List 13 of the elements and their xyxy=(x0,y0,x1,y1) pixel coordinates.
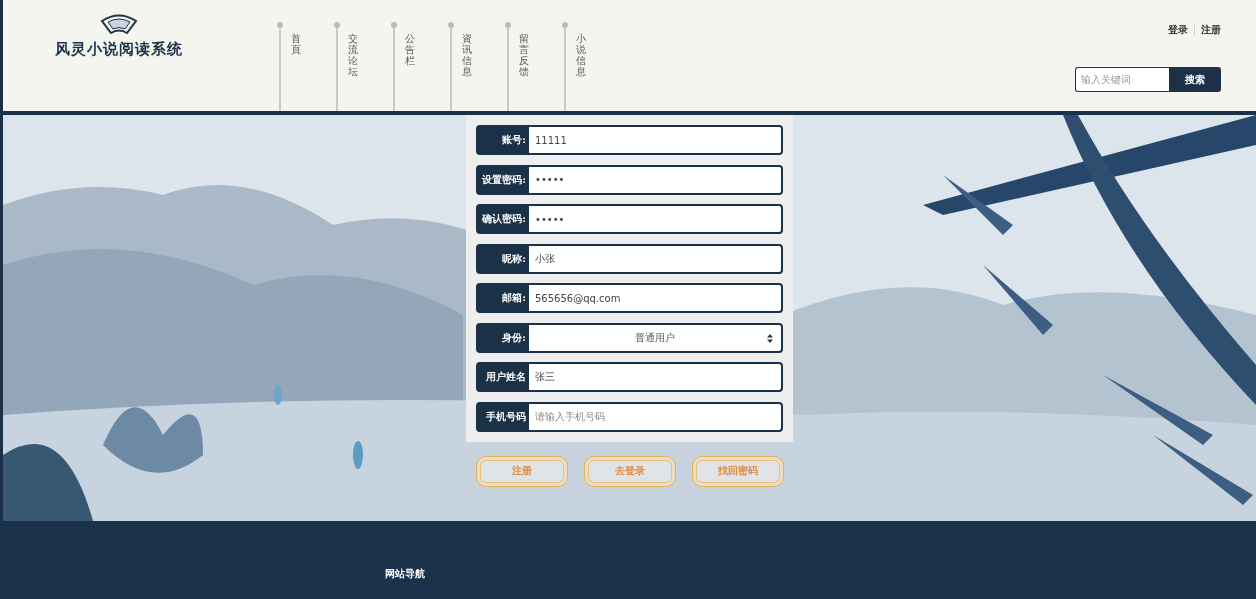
auth-link[interactable]: 注册 xyxy=(1201,23,1221,37)
site-title: 风灵小说阅读系统 xyxy=(55,40,183,59)
nav-link[interactable]: 小说信息 xyxy=(564,25,621,111)
auth-link[interactable]: 登录 xyxy=(1168,23,1188,37)
search-button[interactable]: 搜索 xyxy=(1169,67,1221,92)
nav-link[interactable]: 首頁 xyxy=(279,25,336,111)
fan-logo-icon xyxy=(100,14,138,34)
nav-link[interactable]: 交流论坛 xyxy=(336,25,393,111)
nav-link[interactable]: 公告栏 xyxy=(393,25,450,111)
nav-link[interactable]: 留言反馈 xyxy=(507,25,564,111)
search-field[interactable]: 输入关键词 xyxy=(1075,67,1169,92)
footer-heading: 网站导航 xyxy=(385,567,426,581)
nav-link[interactable]: 資讯信息 xyxy=(450,25,507,111)
